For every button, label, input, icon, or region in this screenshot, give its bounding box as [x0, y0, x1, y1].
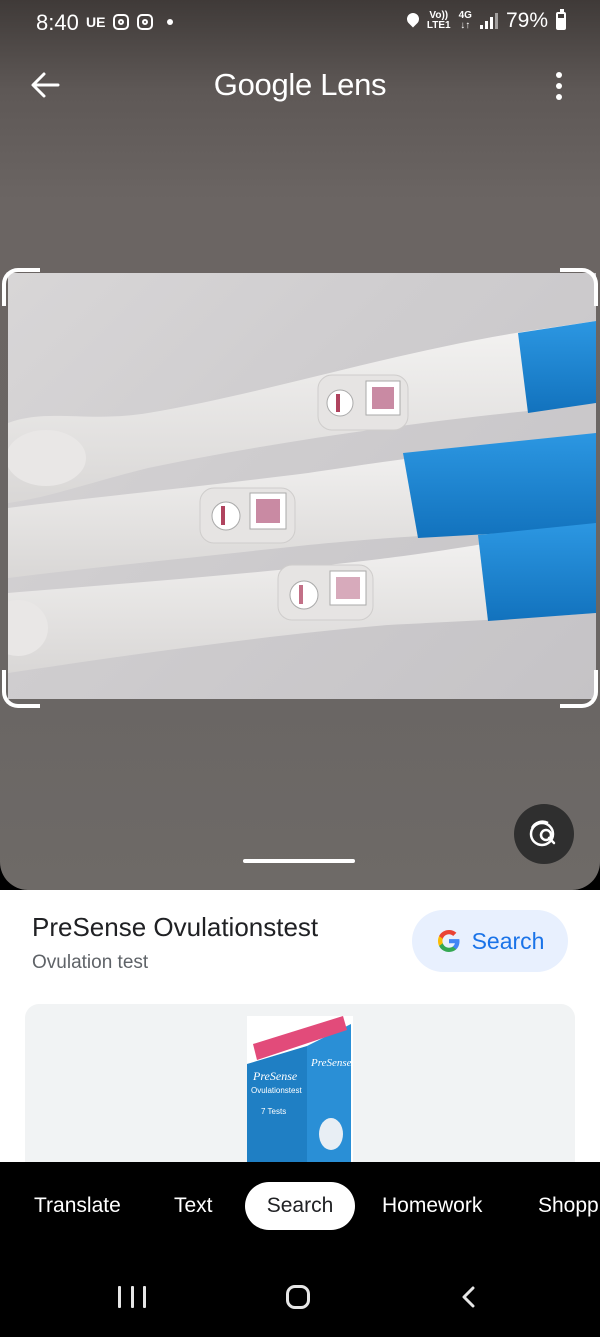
camera-view: Google Lens	[0, 0, 600, 890]
sheet-drag-handle[interactable]	[243, 859, 355, 863]
tab-homework[interactable]: Homework	[382, 1182, 482, 1230]
lens-mode-tabs: Translate Text Search Homework Shopp	[0, 1162, 600, 1252]
crop-corner-bottom-left[interactable]	[2, 670, 40, 708]
crop-corner-bottom-right[interactable]	[560, 670, 598, 708]
google-g-icon	[437, 930, 460, 952]
image-search-icon	[529, 820, 556, 847]
instagram-icon	[113, 14, 130, 30]
tab-search[interactable]: Search	[245, 1182, 355, 1230]
product-image-card[interactable]: PreSense Ovulationstest 7 Tests PreSense	[25, 1004, 575, 1184]
battery-icon	[556, 9, 566, 30]
network-type: 4G ↓↑	[458, 10, 472, 31]
ovulation-tests-photo	[8, 321, 596, 673]
svg-text:PreSense: PreSense	[252, 1069, 298, 1083]
captured-photo	[8, 273, 596, 699]
tab-shopping[interactable]: Shopp	[538, 1182, 599, 1230]
location-icon	[407, 13, 419, 29]
instagram-icon	[137, 14, 154, 30]
svg-text:PreSense: PreSense	[310, 1057, 352, 1069]
search-button-label: Search	[471, 927, 545, 954]
svg-text:Ovulationstest: Ovulationstest	[251, 1086, 302, 1095]
crop-corner-top-left[interactable]	[2, 268, 40, 306]
battery-percent: 79%	[505, 9, 548, 32]
status-time: 8:40	[36, 10, 79, 35]
crop-corner-top-right[interactable]	[560, 268, 598, 306]
lens-toolbar: Google Lens	[0, 50, 600, 122]
page-title: Google Lens	[213, 67, 387, 102]
home-icon[interactable]	[286, 1285, 310, 1309]
back-icon[interactable]	[460, 1286, 476, 1308]
tab-text[interactable]: Text	[174, 1182, 213, 1230]
signal-strength-icon	[479, 13, 498, 29]
status-bar: 8:40 UE Vo)) LTE1 4G ↓↑ 79%	[0, 0, 600, 46]
product-box-image: PreSense Ovulationstest 7 Tests PreSense	[247, 1016, 353, 1166]
tab-translate[interactable]: Translate	[34, 1182, 121, 1230]
carrier-tag: UE	[86, 14, 106, 30]
volte-indicator: Vo)) LTE1	[426, 10, 451, 31]
recent-apps-icon[interactable]	[118, 1286, 146, 1308]
system-navigation-bar	[0, 1252, 600, 1337]
more-notifications-dot-icon	[167, 19, 174, 25]
google-search-button[interactable]: Search	[412, 910, 568, 972]
svg-text:7 Tests: 7 Tests	[261, 1107, 286, 1116]
result-title[interactable]: PreSense Ovulationstest	[32, 912, 318, 943]
presense-box-graphic: PreSense Ovulationstest 7 Tests PreSense	[247, 1016, 353, 1166]
notification-icons: UE	[86, 14, 174, 30]
status-indicators: Vo)) LTE1 4G ↓↑ 79%	[407, 9, 566, 33]
search-region-button[interactable]	[514, 804, 574, 864]
results-sheet: PreSense Ovulationstest Ovulation test S…	[0, 890, 600, 1184]
more-options-icon[interactable]	[556, 72, 564, 100]
result-subtitle: Ovulation test	[32, 952, 149, 973]
